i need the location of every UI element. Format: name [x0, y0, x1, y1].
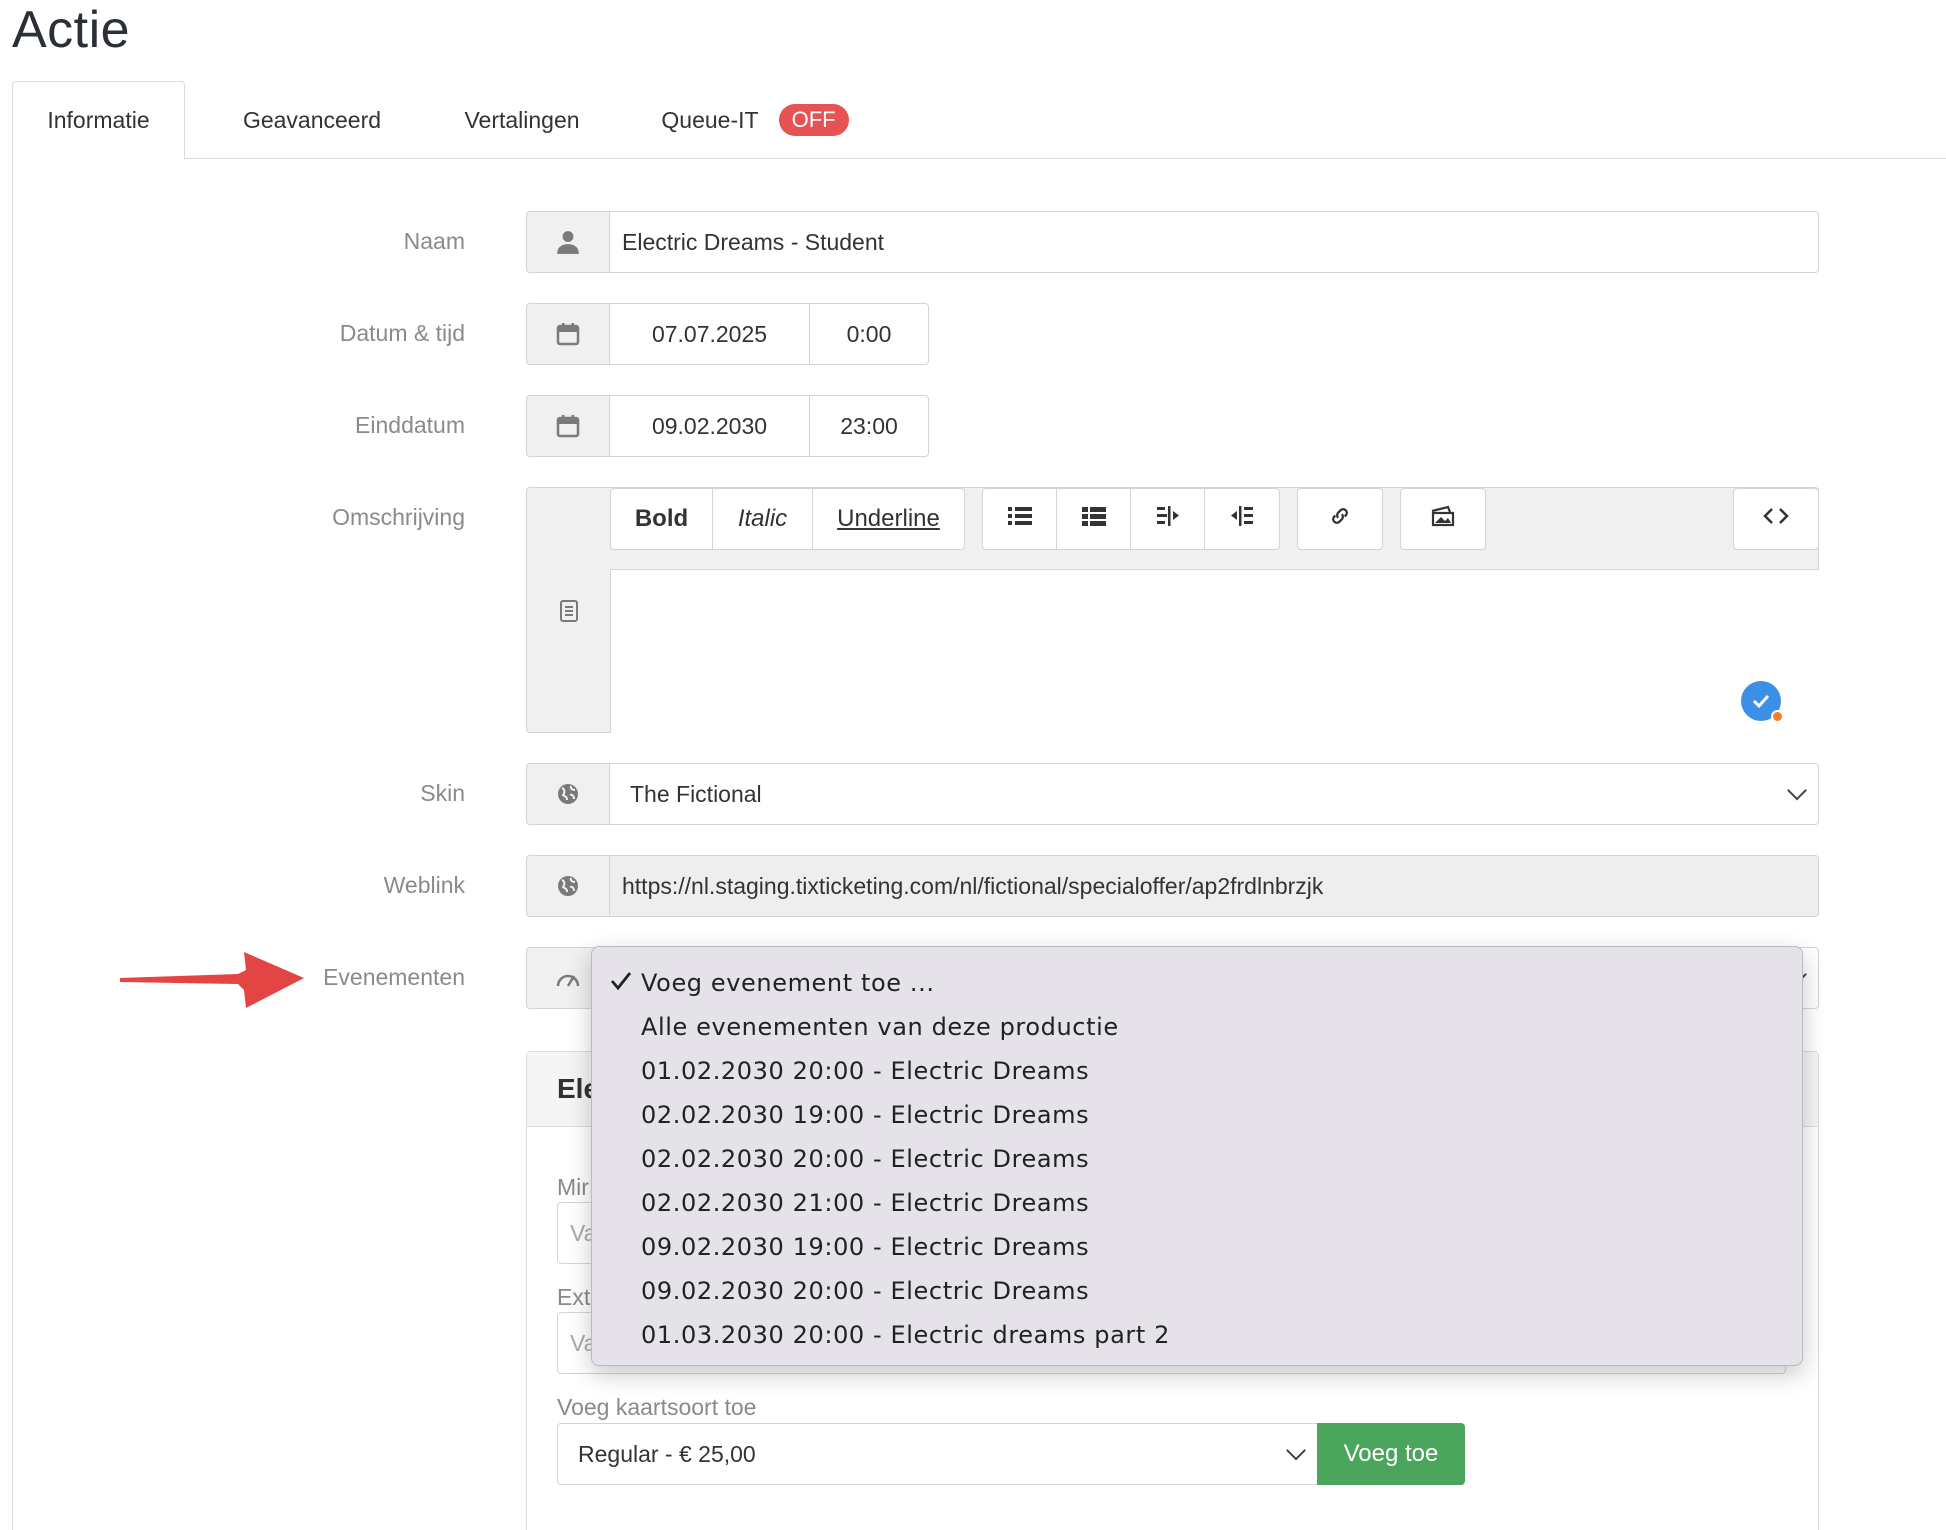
- end-date-input[interactable]: 09.02.2030: [609, 395, 810, 457]
- tab-bar: Informatie Geavanceerd Vertalingen Queue…: [12, 81, 1946, 160]
- link-icon: [1329, 505, 1351, 534]
- indent-button[interactable]: [1205, 489, 1279, 549]
- user-icon: [526, 211, 610, 273]
- start-date-input[interactable]: 07.07.2025: [609, 303, 810, 365]
- document-icon: [527, 488, 611, 734]
- insert-link-button[interactable]: [1298, 489, 1382, 549]
- code-view-group: [1733, 488, 1819, 550]
- media-group: [1400, 488, 1486, 550]
- dropdown-option[interactable]: Voeg evenement toe ...: [592, 961, 1802, 1005]
- page-title: Actie: [12, 1, 131, 59]
- checkmark-icon: [610, 969, 632, 997]
- tab-label: Vertalingen: [464, 106, 580, 133]
- skin-label: Skin: [420, 780, 465, 806]
- bold-button[interactable]: Bold: [611, 489, 713, 549]
- image-icon: [1430, 505, 1456, 534]
- tab-label: Informatie: [47, 107, 150, 133]
- code-icon: [1763, 505, 1789, 533]
- dropdown-option[interactable]: 09.02.2030 19:00 - Electric Dreams: [592, 1225, 1802, 1269]
- weblink-label: Weblink: [383, 872, 465, 898]
- datum-tijd-label: Datum & tijd: [339, 320, 465, 346]
- add-ticket-button[interactable]: Voeg toe: [1317, 1423, 1465, 1485]
- skin-select-value: The Fictional: [630, 780, 762, 807]
- tab-label: Queue-IT: [661, 106, 759, 133]
- dropdown-option-label: 02.02.2030 20:00 - Electric Dreams: [641, 1145, 1090, 1173]
- outdent-button[interactable]: [1131, 489, 1205, 549]
- events-dropdown-menu: Voeg evenement toe ... Alle evenementen …: [591, 946, 1803, 1366]
- ticket-type-value: Regular - € 25,00: [578, 1440, 756, 1467]
- omschrijving-label: Omschrijving: [332, 504, 465, 530]
- description-textarea[interactable]: [610, 569, 1819, 733]
- dropdown-option[interactable]: 01.02.2030 20:00 - Electric Dreams: [592, 1049, 1802, 1093]
- end-time-input[interactable]: 23:00: [809, 395, 929, 457]
- dropdown-option-label: 02.02.2030 21:00 - Electric Dreams: [641, 1189, 1090, 1217]
- einddatum-label: Einddatum: [355, 412, 465, 438]
- dropdown-option[interactable]: 01.03.2030 20:00 - Electric dreams part …: [592, 1313, 1802, 1357]
- chevron-down-icon: [1787, 780, 1807, 801]
- dropdown-option-label: 09.02.2030 19:00 - Electric Dreams: [641, 1233, 1090, 1261]
- insert-media-button[interactable]: [1401, 489, 1485, 549]
- grammar-check-icon[interactable]: [1741, 681, 1784, 723]
- dropdown-option-label: 01.03.2030 20:00 - Electric dreams part …: [641, 1321, 1170, 1349]
- annotation-arrow: [118, 950, 308, 1015]
- start-time-input[interactable]: 0:00: [809, 303, 929, 365]
- outdent-icon: [1155, 505, 1181, 534]
- skin-select[interactable]: The Fictional: [609, 763, 1819, 825]
- add-ticket-label: Voeg kaartsoort toe: [557, 1394, 757, 1420]
- numbered-list-icon: [1081, 505, 1107, 534]
- grammar-status-dot: [1771, 710, 1784, 723]
- dropdown-option[interactable]: Alle evenementen van deze productie: [592, 1005, 1802, 1049]
- ticket-type-select[interactable]: Regular - € 25,00: [557, 1423, 1318, 1485]
- globe-icon: [526, 855, 610, 917]
- link-group: [1297, 488, 1383, 550]
- min-label: Mir: [557, 1174, 589, 1200]
- dropdown-option-label: 01.02.2030 20:00 - Electric Dreams: [641, 1057, 1090, 1085]
- list-format-group: [982, 488, 1280, 550]
- calendar-icon: [526, 395, 610, 457]
- dropdown-option-label: 02.02.2030 19:00 - Electric Dreams: [641, 1101, 1090, 1129]
- dropdown-option[interactable]: 02.02.2030 20:00 - Electric Dreams: [592, 1137, 1802, 1181]
- extra-label: Ext: [557, 1284, 591, 1310]
- dropdown-option[interactable]: 02.02.2030 21:00 - Electric Dreams: [592, 1181, 1802, 1225]
- dropdown-option[interactable]: 09.02.2030 20:00 - Electric Dreams: [592, 1269, 1802, 1313]
- dropdown-option[interactable]: 02.02.2030 19:00 - Electric Dreams: [592, 1093, 1802, 1137]
- naam-input[interactable]: Electric Dreams - Student: [609, 211, 1819, 273]
- queue-it-status-badge: OFF: [778, 104, 849, 136]
- indent-icon: [1229, 505, 1255, 534]
- dropdown-option-label: Voeg evenement toe ...: [641, 969, 935, 997]
- description-editor: Bold Italic Underline: [526, 487, 1819, 733]
- italic-button[interactable]: Italic: [713, 489, 813, 549]
- globe-icon: [526, 763, 610, 825]
- numbered-list-button[interactable]: [1057, 489, 1131, 549]
- tab-vertalingen[interactable]: Vertalingen: [437, 81, 607, 159]
- bullet-list-button[interactable]: [983, 489, 1057, 549]
- tab-informatie[interactable]: Informatie: [12, 81, 185, 160]
- tab-queue-it[interactable]: Queue-IT OFF: [640, 81, 870, 159]
- underline-button[interactable]: Underline: [813, 489, 964, 549]
- chevron-down-icon: [1286, 1440, 1306, 1461]
- dropdown-option-label: 09.02.2030 20:00 - Electric Dreams: [641, 1277, 1090, 1305]
- bullet-list-icon: [1007, 505, 1033, 534]
- text-format-group: Bold Italic Underline: [610, 488, 965, 550]
- tab-geavanceerd[interactable]: Geavanceerd: [217, 81, 407, 159]
- evenementen-label: Evenementen: [323, 964, 465, 990]
- naam-label: Naam: [403, 228, 465, 254]
- weblink-input[interactable]: https://nl.staging.tixticketing.com/nl/f…: [609, 855, 1819, 917]
- code-view-button[interactable]: [1734, 489, 1818, 549]
- tab-label: Geavanceerd: [242, 106, 382, 133]
- dropdown-option-label: Alle evenementen van deze productie: [641, 1013, 1119, 1041]
- calendar-icon: [526, 303, 610, 365]
